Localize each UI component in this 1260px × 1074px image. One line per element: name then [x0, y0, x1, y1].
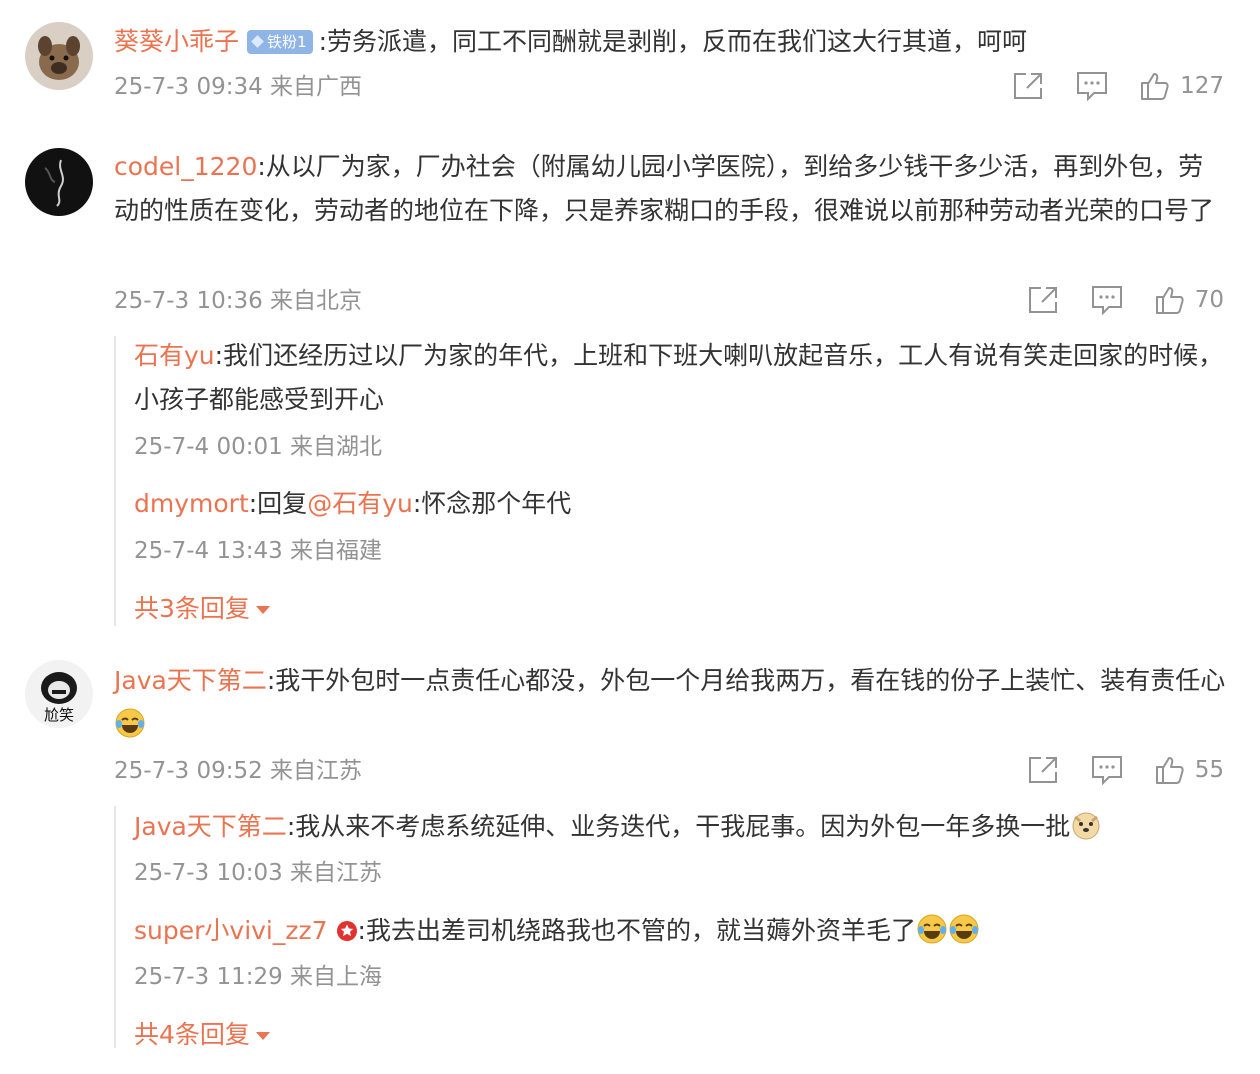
reply-meta: 25-7-4 00:01 来自湖北 — [134, 434, 383, 460]
comment-text: codel_1220:从以厂为家，厂办社会（附属幼儿园小学医院），到给多少钱干多… — [114, 145, 1228, 233]
comment-text: 葵葵小乖子 铁粉1 :劳务派遣，同工不同酬就是剥削，反而在我们这大行其道，呵呵 — [114, 20, 1228, 64]
like-button[interactable]: 70 — [1155, 285, 1224, 315]
comment-actions: 70 — [1027, 282, 1224, 318]
comment-actions: 127 — [1012, 68, 1224, 104]
thumbs-up-icon — [1155, 757, 1184, 784]
reply-author[interactable]: super小vivi_zz7 — [134, 916, 328, 945]
comment-text: Java天下第二:我干外包时一点责任心都没，外包一个月给我两万，看在钱的份子上装… — [114, 659, 1228, 747]
meme-face-avatar-icon: 尬笑 — [25, 660, 93, 728]
reply-author[interactable]: Java天下第二 — [134, 812, 287, 841]
more-replies-link[interactable]: 共4条回复 — [134, 1020, 270, 1050]
comment-body: :劳务派遣，同工不同酬就是剥削，反而在我们这大行其道，呵呵 — [318, 27, 1027, 56]
more-replies-link[interactable]: 共3条回复 — [134, 594, 270, 624]
thumbs-up-icon — [1155, 287, 1184, 314]
comment-icon — [1077, 72, 1108, 101]
more-replies-label: 共4条回复 — [134, 1020, 250, 1049]
avatar-caption: 尬笑 — [44, 706, 74, 724]
avatar[interactable] — [25, 22, 93, 90]
reply-meta: 25-7-3 11:29 来自上海 — [134, 964, 383, 990]
doge-emoji-icon — [1072, 812, 1100, 840]
like-count: 127 — [1180, 73, 1224, 99]
dark-avatar-icon — [25, 148, 93, 216]
fan-badge: 铁粉1 — [247, 29, 313, 54]
more-replies-label: 共3条回复 — [134, 594, 250, 623]
thumbs-up-icon — [1141, 73, 1169, 100]
avatar[interactable]: 尬笑 — [25, 660, 93, 728]
reply-meta: 25-7-4 13:43 来自福建 — [134, 538, 383, 564]
reply-author[interactable]: 石有yu — [134, 341, 215, 370]
like-count: 70 — [1194, 287, 1224, 313]
laugh-cry-emoji-icon — [949, 914, 979, 944]
comment-meta: 25-7-3 09:52 来自江苏 — [114, 758, 363, 784]
like-button[interactable]: 127 — [1140, 71, 1224, 101]
reply-body: :怀念那个年代 — [412, 489, 572, 518]
reply-text: super小vivi_zz7 :我去出差司机绕路我也不管的，就当薅外资羊毛了 — [134, 909, 1228, 953]
diamond-icon — [251, 35, 264, 48]
dog-avatar-icon — [25, 22, 93, 90]
comment-actions: 55 — [1027, 752, 1224, 788]
share-icon — [1028, 287, 1057, 313]
reply-body: :我们还经历过以厂为家的年代，上班和下班大喇叭放起音乐，工人有说有笑走回家的时候… — [134, 341, 1224, 414]
reply-body: :我从来不考虑系统延伸、业务迭代，干我屁事。因为外包一年多换一批 — [286, 812, 1071, 841]
reply-meta: 25-7-3 10:03 来自江苏 — [134, 860, 383, 886]
share-button[interactable] — [1012, 71, 1044, 101]
reply-prefix: :回复 — [248, 489, 308, 518]
share-icon — [1014, 73, 1043, 99]
reply-mention[interactable]: @石有yu — [307, 489, 413, 518]
comment-meta: 25-7-3 10:36 来自北京 — [114, 288, 363, 314]
fan-badge-label: 铁粉1 — [267, 32, 307, 51]
laugh-cry-emoji-icon — [115, 708, 145, 738]
share-button[interactable] — [1027, 285, 1059, 315]
reply-text: 石有yu:我们还经历过以厂为家的年代，上班和下班大喇叭放起音乐，工人有说有笑走回… — [134, 334, 1228, 422]
comment-author[interactable]: codel_1220 — [114, 152, 257, 181]
share-icon — [1028, 757, 1057, 783]
caret-down-icon — [255, 606, 270, 614]
reply-divider — [114, 806, 116, 1048]
comment-body: :从以厂为家，厂办社会（附属幼儿园小学医院），到给多少钱干多少活，再到外包，劳动… — [114, 152, 1215, 225]
comment-button[interactable] — [1091, 285, 1123, 315]
comment-meta: 25-7-3 09:34 来自广西 — [114, 74, 363, 100]
caret-down-icon — [255, 1032, 270, 1040]
reply-divider — [114, 336, 116, 626]
reply-body: :我去出差司机绕路我也不管的，就当薅外资羊毛了 — [357, 916, 916, 945]
reply-text: Java天下第二:我从来不考虑系统延伸、业务迭代，干我屁事。因为外包一年多换一批 — [134, 805, 1228, 849]
comment-author[interactable]: Java天下第二 — [114, 666, 267, 695]
reply-author[interactable]: dmymort — [134, 489, 249, 518]
comment-author[interactable]: 葵葵小乖子 — [114, 27, 239, 56]
comment-icon — [1091, 286, 1122, 315]
comment-button[interactable] — [1076, 71, 1108, 101]
comment-button[interactable] — [1091, 755, 1123, 785]
avatar[interactable] — [25, 148, 93, 216]
comment-body: :我干外包时一点责任心都没，外包一个月给我两万，看在钱的份子上装忙、装有责任心 — [266, 666, 1226, 695]
star-badge-icon — [336, 921, 357, 941]
comment-icon — [1091, 756, 1122, 785]
like-button[interactable]: 55 — [1155, 755, 1224, 785]
reply-text: dmymort:回复@石有yu:怀念那个年代 — [134, 482, 1228, 526]
laugh-cry-emoji-icon — [917, 914, 947, 944]
share-button[interactable] — [1027, 755, 1059, 785]
like-count: 55 — [1194, 757, 1224, 783]
